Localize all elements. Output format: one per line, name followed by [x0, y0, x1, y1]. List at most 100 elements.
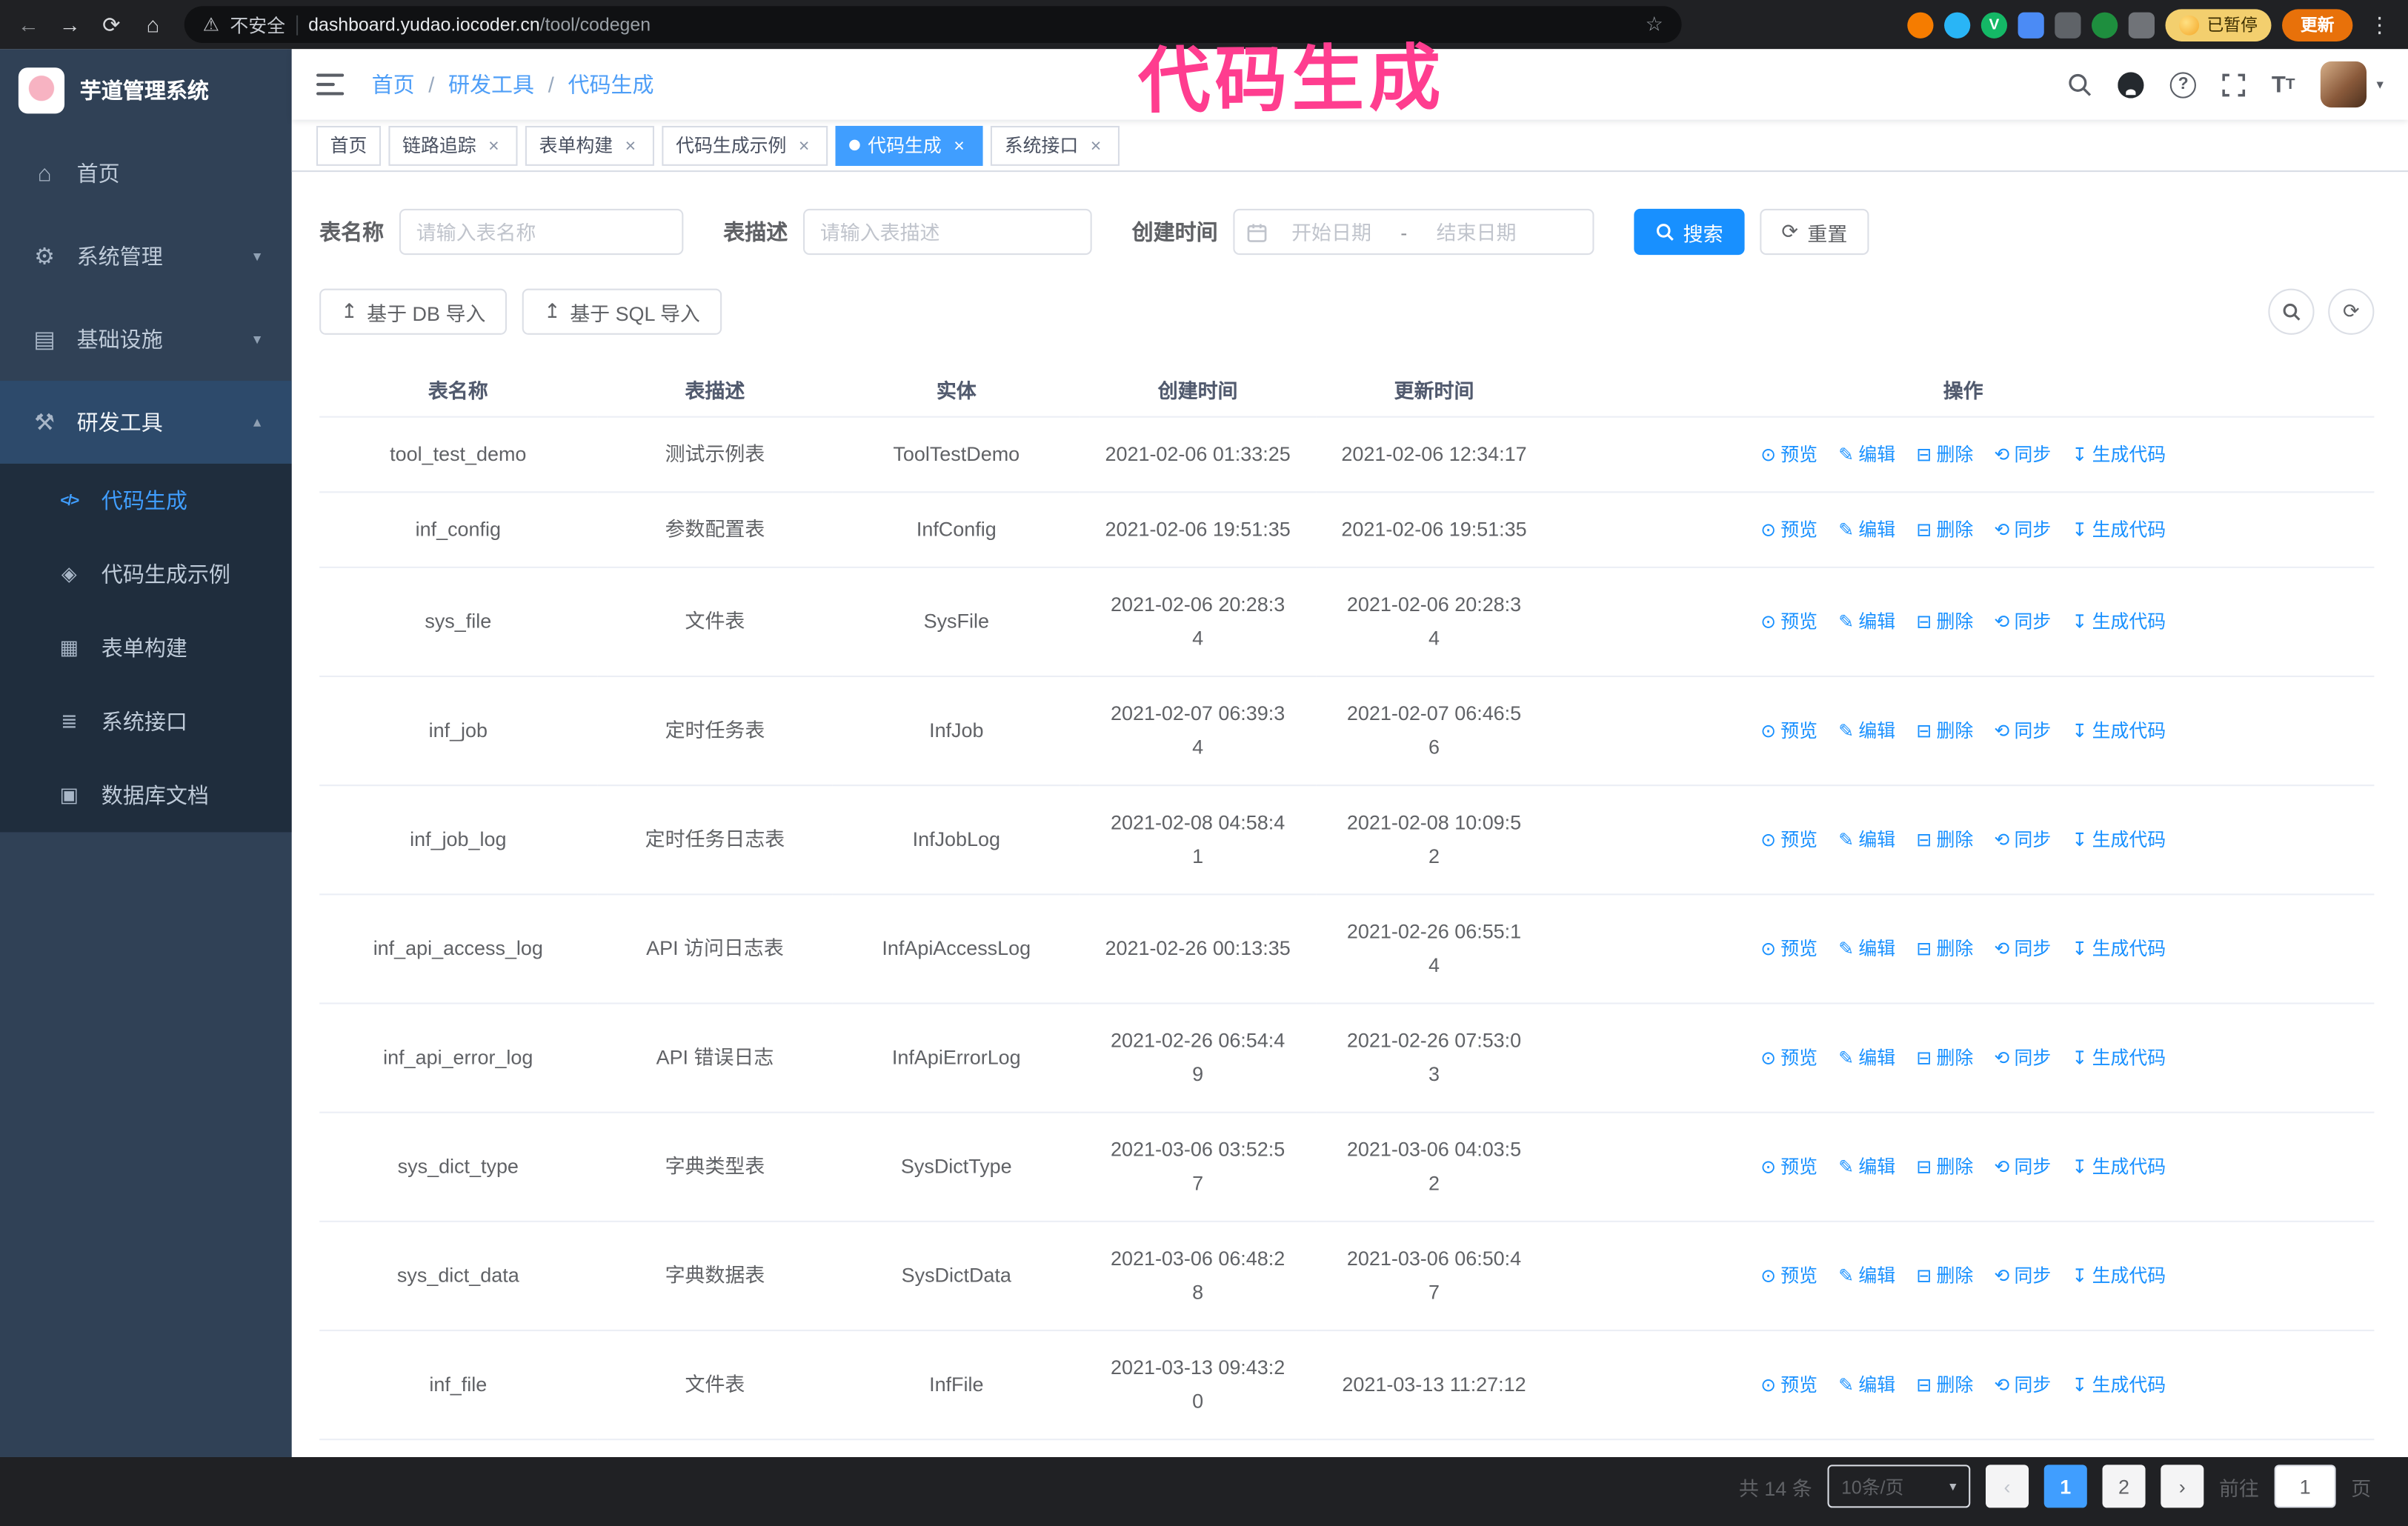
delete-link[interactable]: ⊟ 删除: [1916, 605, 1973, 639]
security-warning-icon[interactable]: ⚠: [203, 14, 219, 36]
profile-sync-paused-chip[interactable]: 已暂停: [2165, 8, 2272, 41]
delete-link[interactable]: ⊟ 删除: [1916, 1150, 1973, 1184]
edit-link[interactable]: ✎ 编辑: [1838, 1041, 1895, 1075]
delete-link[interactable]: ⊟ 删除: [1916, 823, 1973, 857]
preview-link[interactable]: ⊙ 预览: [1760, 932, 1817, 966]
edit-link[interactable]: ✎ 编辑: [1838, 1368, 1895, 1402]
preview-link[interactable]: ⊙ 预览: [1760, 714, 1817, 748]
extension-icon[interactable]: [2018, 11, 2044, 38]
sidebar-item-system[interactable]: ⚙ 系统管理 ▾: [0, 215, 292, 298]
address-bar[interactable]: ⚠ 不安全 dashboard.yudao.iocoder.cn/tool/co…: [184, 6, 1682, 44]
delete-link[interactable]: ⊟ 删除: [1916, 1368, 1973, 1402]
generate-code-link[interactable]: ↧ 生成代码: [2072, 1259, 2166, 1293]
import-sql-button[interactable]: ↥ 基于 SQL 导入: [522, 288, 722, 335]
edit-link[interactable]: ✎ 编辑: [1838, 438, 1895, 472]
preview-link[interactable]: ⊙ 预览: [1760, 1150, 1817, 1184]
sync-link[interactable]: ⟲ 同步: [1994, 714, 2051, 748]
generate-code-link[interactable]: ↧ 生成代码: [2072, 605, 2166, 639]
extension-icon[interactable]: [2092, 11, 2118, 38]
reload-icon[interactable]: ⟳: [96, 12, 128, 38]
extension-icon[interactable]: [2055, 11, 2081, 38]
delete-link[interactable]: ⊟ 删除: [1916, 932, 1973, 966]
preview-link[interactable]: ⊙ 预览: [1760, 513, 1817, 547]
font-size-icon[interactable]: TT: [2272, 71, 2295, 97]
tab-home[interactable]: 首页: [316, 124, 382, 165]
extension-icon[interactable]: [1907, 11, 1934, 38]
delete-link[interactable]: ⊟ 删除: [1916, 513, 1973, 547]
sidebar-item-codegen[interactable]: </> 代码生成: [0, 464, 292, 537]
tab-close-icon[interactable]: ×: [620, 134, 640, 156]
reset-button[interactable]: ⟳ 重置: [1760, 208, 1869, 256]
forward-icon[interactable]: →: [54, 13, 87, 37]
app-logo[interactable]: 芋道管理系统: [0, 49, 292, 132]
sync-link[interactable]: ⟲ 同步: [1994, 438, 2051, 472]
goto-page-input[interactable]: [2274, 1465, 2336, 1508]
preview-link[interactable]: ⊙ 预览: [1760, 1368, 1817, 1402]
delete-link[interactable]: ⊟ 删除: [1916, 438, 1973, 472]
delete-link[interactable]: ⊟ 删除: [1916, 1259, 1973, 1293]
refresh-table-button[interactable]: ⟳: [2328, 288, 2375, 335]
extensions-puzzle-icon[interactable]: [2128, 11, 2155, 38]
browser-menu-icon[interactable]: ⋮: [2364, 12, 2396, 38]
browser-update-button[interactable]: 更新: [2282, 8, 2353, 41]
next-page-button[interactable]: ›: [2161, 1465, 2204, 1508]
sidebar-item-db-doc[interactable]: ▣ 数据库文档: [0, 759, 292, 832]
help-icon[interactable]: ?: [2170, 71, 2197, 98]
prev-page-button[interactable]: ‹: [1985, 1465, 2029, 1508]
tab-close-icon[interactable]: ×: [1086, 134, 1106, 156]
edit-link[interactable]: ✎ 编辑: [1838, 1150, 1895, 1184]
sidebar-item-api[interactable]: ≣ 系统接口: [0, 684, 292, 758]
back-icon[interactable]: ←: [13, 13, 45, 37]
generate-code-link[interactable]: ↧ 生成代码: [2072, 1150, 2166, 1184]
generate-code-link[interactable]: ↧ 生成代码: [2072, 1368, 2166, 1402]
sync-link[interactable]: ⟲ 同步: [1994, 1150, 2051, 1184]
tab-codegen-example[interactable]: 代码生成示例 ×: [662, 124, 828, 165]
tab-close-icon[interactable]: ×: [949, 134, 969, 156]
toggle-search-button[interactable]: [2268, 288, 2315, 335]
extension-icon[interactable]: V: [1980, 11, 2008, 38]
user-menu[interactable]: ▾: [2321, 61, 2384, 108]
edit-link[interactable]: ✎ 编辑: [1838, 605, 1895, 639]
sidebar-item-codegen-example[interactable]: ◈ 代码生成示例: [0, 537, 292, 610]
github-icon[interactable]: [2118, 71, 2144, 98]
generate-code-link[interactable]: ↧ 生成代码: [2072, 513, 2166, 547]
preview-link[interactable]: ⊙ 预览: [1760, 823, 1817, 857]
hamburger-icon[interactable]: [316, 72, 345, 96]
table-name-input[interactable]: [399, 208, 684, 256]
table-desc-input[interactable]: [803, 208, 1092, 256]
sidebar-item-devtools[interactable]: ⚒ 研发工具 ▴: [0, 381, 292, 464]
sync-link[interactable]: ⟲ 同步: [1994, 513, 2051, 547]
end-date-input[interactable]: [1414, 220, 1538, 244]
preview-link[interactable]: ⊙ 预览: [1760, 1259, 1817, 1293]
extension-icon[interactable]: [1944, 11, 1971, 38]
edit-link[interactable]: ✎ 编辑: [1838, 714, 1895, 748]
edit-link[interactable]: ✎ 编辑: [1838, 1259, 1895, 1293]
generate-code-link[interactable]: ↧ 生成代码: [2072, 1041, 2166, 1075]
generate-code-link[interactable]: ↧ 生成代码: [2072, 823, 2166, 857]
preview-link[interactable]: ⊙ 预览: [1760, 1041, 1817, 1075]
sync-link[interactable]: ⟲ 同步: [1994, 932, 2051, 966]
browser-home-icon[interactable]: ⌂: [136, 13, 169, 37]
generate-code-link[interactable]: ↧ 生成代码: [2072, 714, 2166, 748]
tab-api[interactable]: 系统接口 ×: [991, 124, 1120, 165]
sync-link[interactable]: ⟲ 同步: [1994, 1368, 2051, 1402]
edit-link[interactable]: ✎ 编辑: [1838, 823, 1895, 857]
breadcrumb-home[interactable]: 首页: [372, 69, 415, 99]
generate-code-link[interactable]: ↧ 生成代码: [2072, 438, 2166, 472]
sync-link[interactable]: ⟲ 同步: [1994, 1041, 2051, 1075]
search-button[interactable]: 搜索: [1634, 208, 1745, 256]
fullscreen-icon[interactable]: [2222, 73, 2246, 96]
tab-codegen[interactable]: 代码生成 ×: [835, 124, 983, 165]
edit-link[interactable]: ✎ 编辑: [1838, 932, 1895, 966]
edit-link[interactable]: ✎ 编辑: [1838, 513, 1895, 547]
preview-link[interactable]: ⊙ 预览: [1760, 605, 1817, 639]
preview-link[interactable]: ⊙ 预览: [1760, 438, 1817, 472]
page-button-2[interactable]: 2: [2102, 1465, 2146, 1508]
sidebar-item-infra[interactable]: ▤ 基础设施 ▾: [0, 298, 292, 381]
delete-link[interactable]: ⊟ 删除: [1916, 714, 1973, 748]
delete-link[interactable]: ⊟ 删除: [1916, 1041, 1973, 1075]
tab-close-icon[interactable]: ×: [794, 134, 814, 156]
import-db-button[interactable]: ↥ 基于 DB 导入: [319, 288, 508, 335]
search-icon[interactable]: [2067, 72, 2092, 96]
sync-link[interactable]: ⟲ 同步: [1994, 605, 2051, 639]
